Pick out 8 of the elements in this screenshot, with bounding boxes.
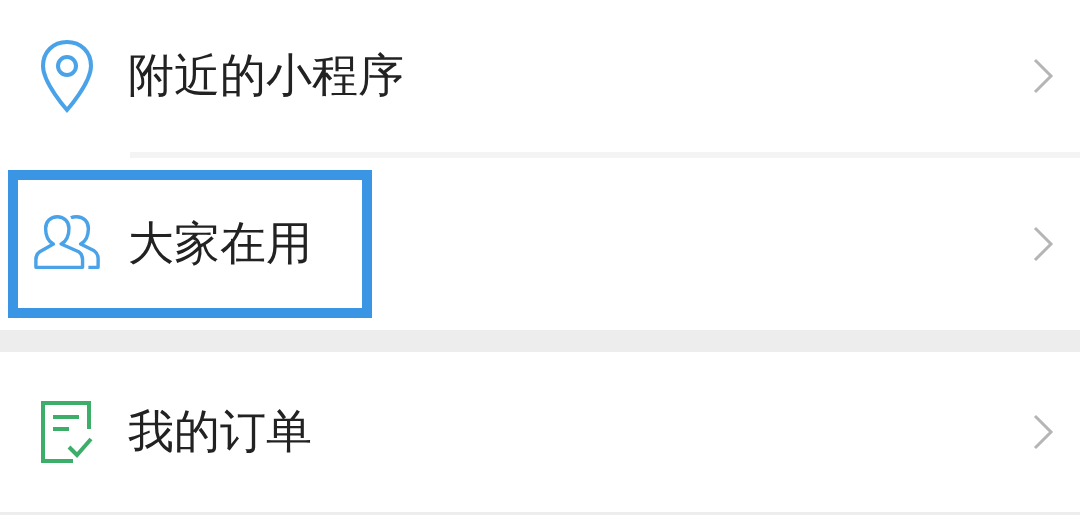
menu-item-label[interactable]: 大家在用 xyxy=(128,213,312,275)
menu-item-label[interactable]: 我的订单 xyxy=(128,401,312,463)
menu-item-label[interactable]: 附近的小程序 xyxy=(128,45,404,107)
chevron-right-icon xyxy=(1032,413,1054,451)
chevron-right-icon xyxy=(1032,57,1054,95)
location-pin-icon xyxy=(39,38,95,114)
checklist-icon xyxy=(39,399,95,465)
chevron-right-icon xyxy=(1032,225,1054,263)
